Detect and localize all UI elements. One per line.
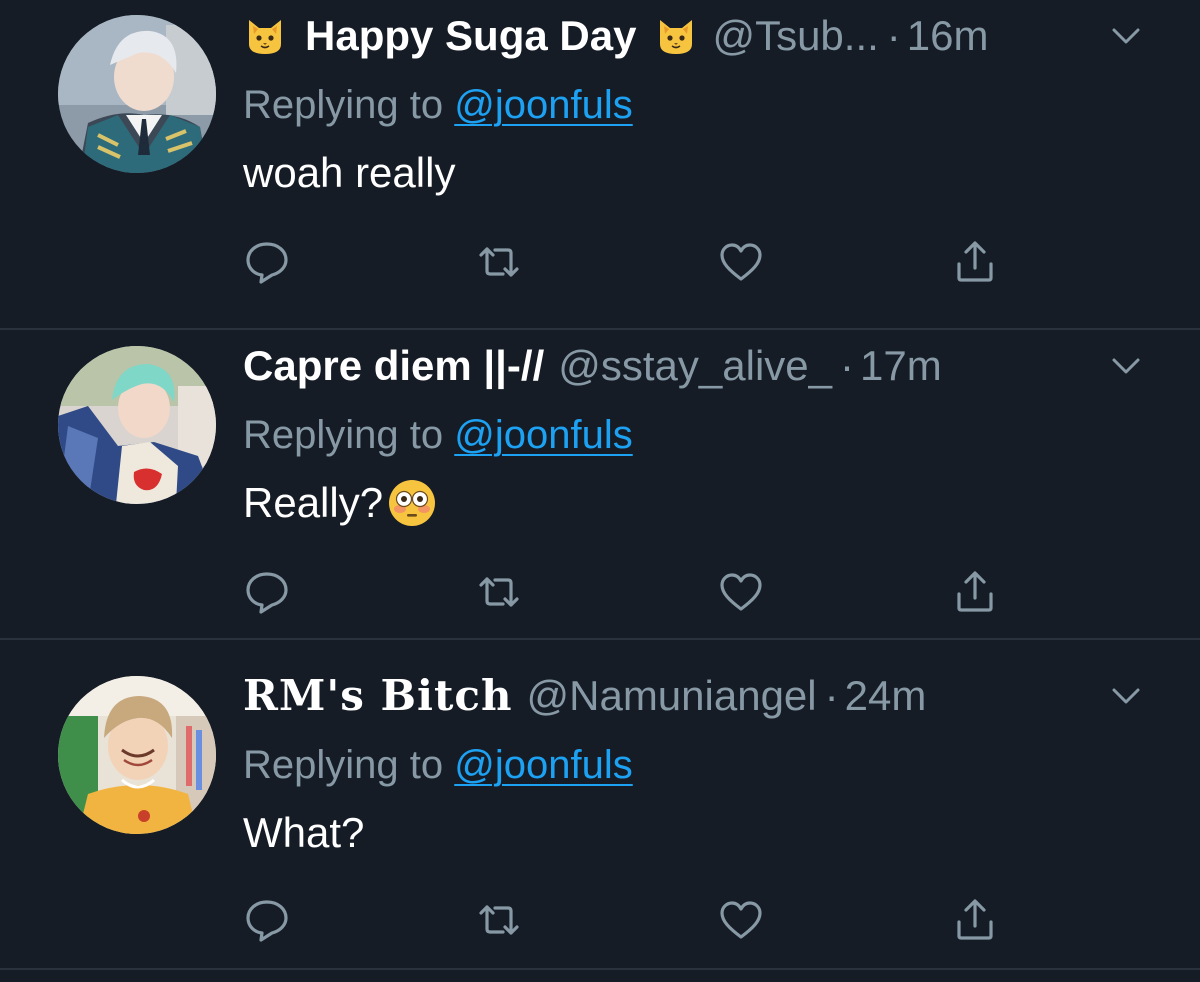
replying-to-label: Replying to	[243, 743, 444, 787]
chevron-down-icon[interactable]	[1110, 680, 1142, 712]
chevron-down-icon[interactable]	[1110, 350, 1142, 382]
replying-to-label: Replying to	[243, 413, 444, 457]
author-display-name[interactable]: Capre diem ||-//	[243, 336, 544, 396]
timestamp[interactable]: 16m	[907, 6, 989, 66]
author-handle[interactable]: @sstay_alive_	[558, 336, 832, 396]
tweet-text-content: Really?	[243, 479, 384, 526]
like-icon[interactable]	[717, 896, 765, 944]
avatar[interactable]	[58, 346, 216, 504]
retweet-icon[interactable]	[475, 568, 523, 616]
reply-icon[interactable]	[243, 568, 291, 616]
tweet-2[interactable]: Capre diem ||-// @sstay_alive_ · 17m Rep…	[0, 310, 1200, 640]
replying-to-link[interactable]: @joonfuls	[454, 83, 632, 127]
replying-to-line: Replying to @joonfuls	[243, 410, 633, 460]
reply-icon[interactable]	[243, 238, 291, 286]
timestamp[interactable]: 17m	[860, 336, 942, 396]
flushed-face-emoji-icon	[387, 478, 437, 528]
tweet-actions	[243, 568, 1013, 616]
author-handle[interactable]: @Tsub...	[712, 6, 878, 66]
author-display-name[interactable]: RM's Bitch	[243, 666, 513, 726]
author-display-name[interactable]: Happy Suga Day	[305, 6, 636, 66]
tweet-3[interactable]: RM's Bitch @Namuniangel · 24m Replying t…	[0, 640, 1200, 970]
replying-to-link[interactable]: @joonfuls	[454, 413, 632, 457]
separator-dot: ·	[840, 342, 855, 389]
timestamp[interactable]: 24m	[845, 666, 927, 726]
share-icon[interactable]	[951, 568, 999, 616]
tweet-text-content: What?	[243, 809, 365, 856]
like-icon[interactable]	[717, 238, 765, 286]
replying-to-line: Replying to @joonfuls	[243, 80, 633, 130]
author-name-group[interactable]: Happy Suga Day	[243, 6, 698, 66]
replying-to-label: Replying to	[243, 83, 444, 127]
tweet-text: What?	[243, 806, 364, 860]
tweet-header: Happy Suga Day @Tsub... · 16m	[243, 6, 1060, 66]
retweet-icon[interactable]	[475, 238, 523, 286]
reply-icon[interactable]	[243, 896, 291, 944]
tweet-1[interactable]: Happy Suga Day @Tsub... · 16m Replying t…	[0, 0, 1200, 330]
like-icon[interactable]	[717, 568, 765, 616]
chevron-down-icon[interactable]	[1110, 20, 1142, 52]
cat-face-emoji-icon	[243, 14, 287, 58]
tweet-actions	[243, 238, 1013, 286]
reply-feed: Happy Suga Day @Tsub... · 16m Replying t…	[0, 0, 1200, 982]
separator-dot: ·	[886, 12, 901, 59]
replying-to-link[interactable]: @joonfuls	[454, 743, 632, 787]
author-handle[interactable]: @Namuniangel	[527, 666, 817, 726]
share-icon[interactable]	[951, 896, 999, 944]
replying-to-line: Replying to @joonfuls	[243, 740, 633, 790]
tweet-text-content: woah really	[243, 149, 456, 196]
share-icon[interactable]	[951, 238, 999, 286]
avatar[interactable]	[58, 15, 216, 173]
separator-dot: ·	[824, 672, 839, 719]
cat-face-emoji-icon	[654, 14, 698, 58]
tweet-header: Capre diem ||-// @sstay_alive_ · 17m	[243, 336, 1060, 396]
avatar[interactable]	[58, 676, 216, 834]
tweet-text: Really?	[243, 476, 437, 530]
tweet-header: RM's Bitch @Namuniangel · 24m	[243, 666, 1060, 726]
retweet-icon[interactable]	[475, 896, 523, 944]
tweet-actions	[243, 896, 1013, 944]
tweet-text: woah really	[243, 146, 455, 200]
